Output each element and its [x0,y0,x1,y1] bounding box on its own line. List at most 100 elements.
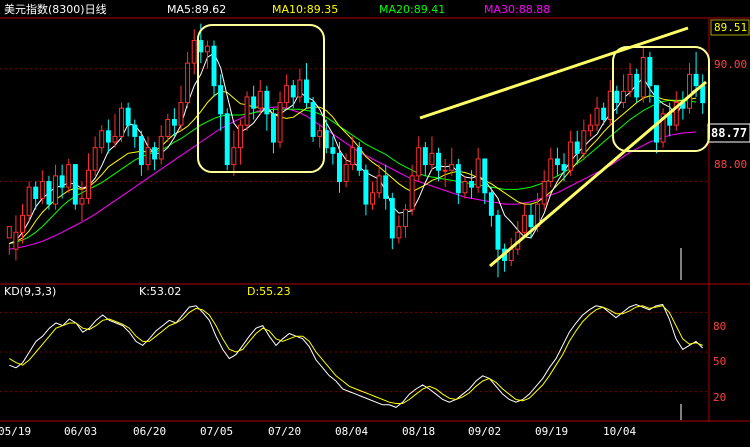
candle-body-up [376,175,382,194]
candle-body-down [132,124,138,137]
date-tick: 06/20 [133,425,166,438]
kd-tick-50: 50 [713,355,726,368]
candle-body-up [165,118,171,137]
candle-body-down [138,135,144,166]
candle [72,164,78,210]
candle-body-down [653,85,659,143]
max-price-label: 89.51 [714,21,747,34]
candle-body-down [700,85,706,104]
candle-body-up [607,90,613,120]
candle-body-down [46,181,52,205]
candle [244,91,250,131]
candle-body-down [601,107,607,120]
candle-body-down [469,181,475,188]
candle-body-down [422,147,428,166]
candle-body-up [66,164,72,188]
candle-body-up [442,169,448,172]
candle-body-down [356,147,362,171]
candle-body-up [86,169,92,199]
candle-body-down [561,164,567,171]
candle-body-up [475,158,481,188]
candle-body-down [488,192,494,216]
candle-body-up [158,135,164,160]
candle-body-down [634,73,640,98]
price-tick-90: 90.00 [714,58,747,71]
candle-body-down [389,197,395,239]
candle-body-up [257,90,263,109]
candle [26,181,32,221]
candle-body-up [231,147,237,166]
candle-body-up [178,102,184,126]
candle-body-down [33,186,39,199]
kd-name: KD(9,3,3) [4,285,56,298]
price-tick-88: 88.00 [714,158,747,171]
candle-body-up [568,141,574,171]
candle-body-up [6,226,12,239]
candle-body-up [627,73,633,92]
candle-body-up [119,107,125,137]
candle-body-up [284,85,290,104]
candle [660,108,666,148]
candle-body-up [237,124,243,149]
candle [119,102,125,143]
candle-body-up [297,79,303,98]
ma10-label: MA10:89.35 [272,3,338,16]
ma30-label: MA30:88.88 [484,3,550,16]
candle-body-up [191,40,197,64]
candle-body-up [594,107,600,126]
candle-body-down [264,90,270,115]
candle-body-down [647,56,653,87]
candle-body-up [244,96,250,126]
current-price-label: 88.77 [711,126,747,140]
candle-body-up [409,175,415,211]
candle-body-up [79,197,85,205]
candle-body-down [574,141,580,154]
candle-body-up [403,209,409,228]
candle-body-up [92,147,98,171]
candle-body-down [528,214,534,228]
candle-body-down [337,152,342,183]
candle-body-up [396,226,402,239]
candle-body-down [455,164,461,194]
date-tick: 07/20 [268,425,301,438]
ma5-label: MA5:89.62 [167,3,226,16]
candle-body-down [125,107,131,126]
candle-body-down [482,158,488,194]
candle-body-up [99,130,105,149]
candle-body-up [640,56,646,98]
candle-body-down [436,152,442,171]
chart-background [0,0,750,447]
candle-body-up [185,62,191,104]
candle-body-down [72,164,78,205]
candle-body-down [554,158,560,166]
candle-body-up [521,214,527,233]
candle-body-up [317,130,323,137]
candle-body-up [581,130,587,154]
date-tick: 09/19 [535,425,568,438]
candle-body-up [462,181,468,194]
candle-body-up [587,124,593,132]
candle-body-down [270,113,276,143]
candle-body-down [218,85,224,115]
candle-body-up [416,147,422,177]
candle-body-down [290,85,296,98]
candle-body-up [204,45,210,53]
date-tick: 08/18 [402,425,435,438]
candle-body-down [152,147,158,160]
candle-body-up [20,214,25,233]
kd-header: KD(9,3,3) K:53.02 D:55.23 [4,285,291,298]
candle-body-down [495,214,501,250]
candle-body-up [277,102,283,143]
kd-k-label: K:53.02 [139,285,181,298]
candle-body-down [251,96,257,109]
candle [310,96,316,143]
candle-body-down [59,175,65,188]
candle-body-up [429,152,435,166]
candle-body-down [383,175,389,199]
candle-body-down [105,130,111,143]
candle-body-up [13,231,19,250]
candle-body-up [53,175,59,205]
candle-body-up [112,135,118,143]
date-tick: 09/02 [468,425,501,438]
kd-tick-80: 80 [713,320,726,333]
